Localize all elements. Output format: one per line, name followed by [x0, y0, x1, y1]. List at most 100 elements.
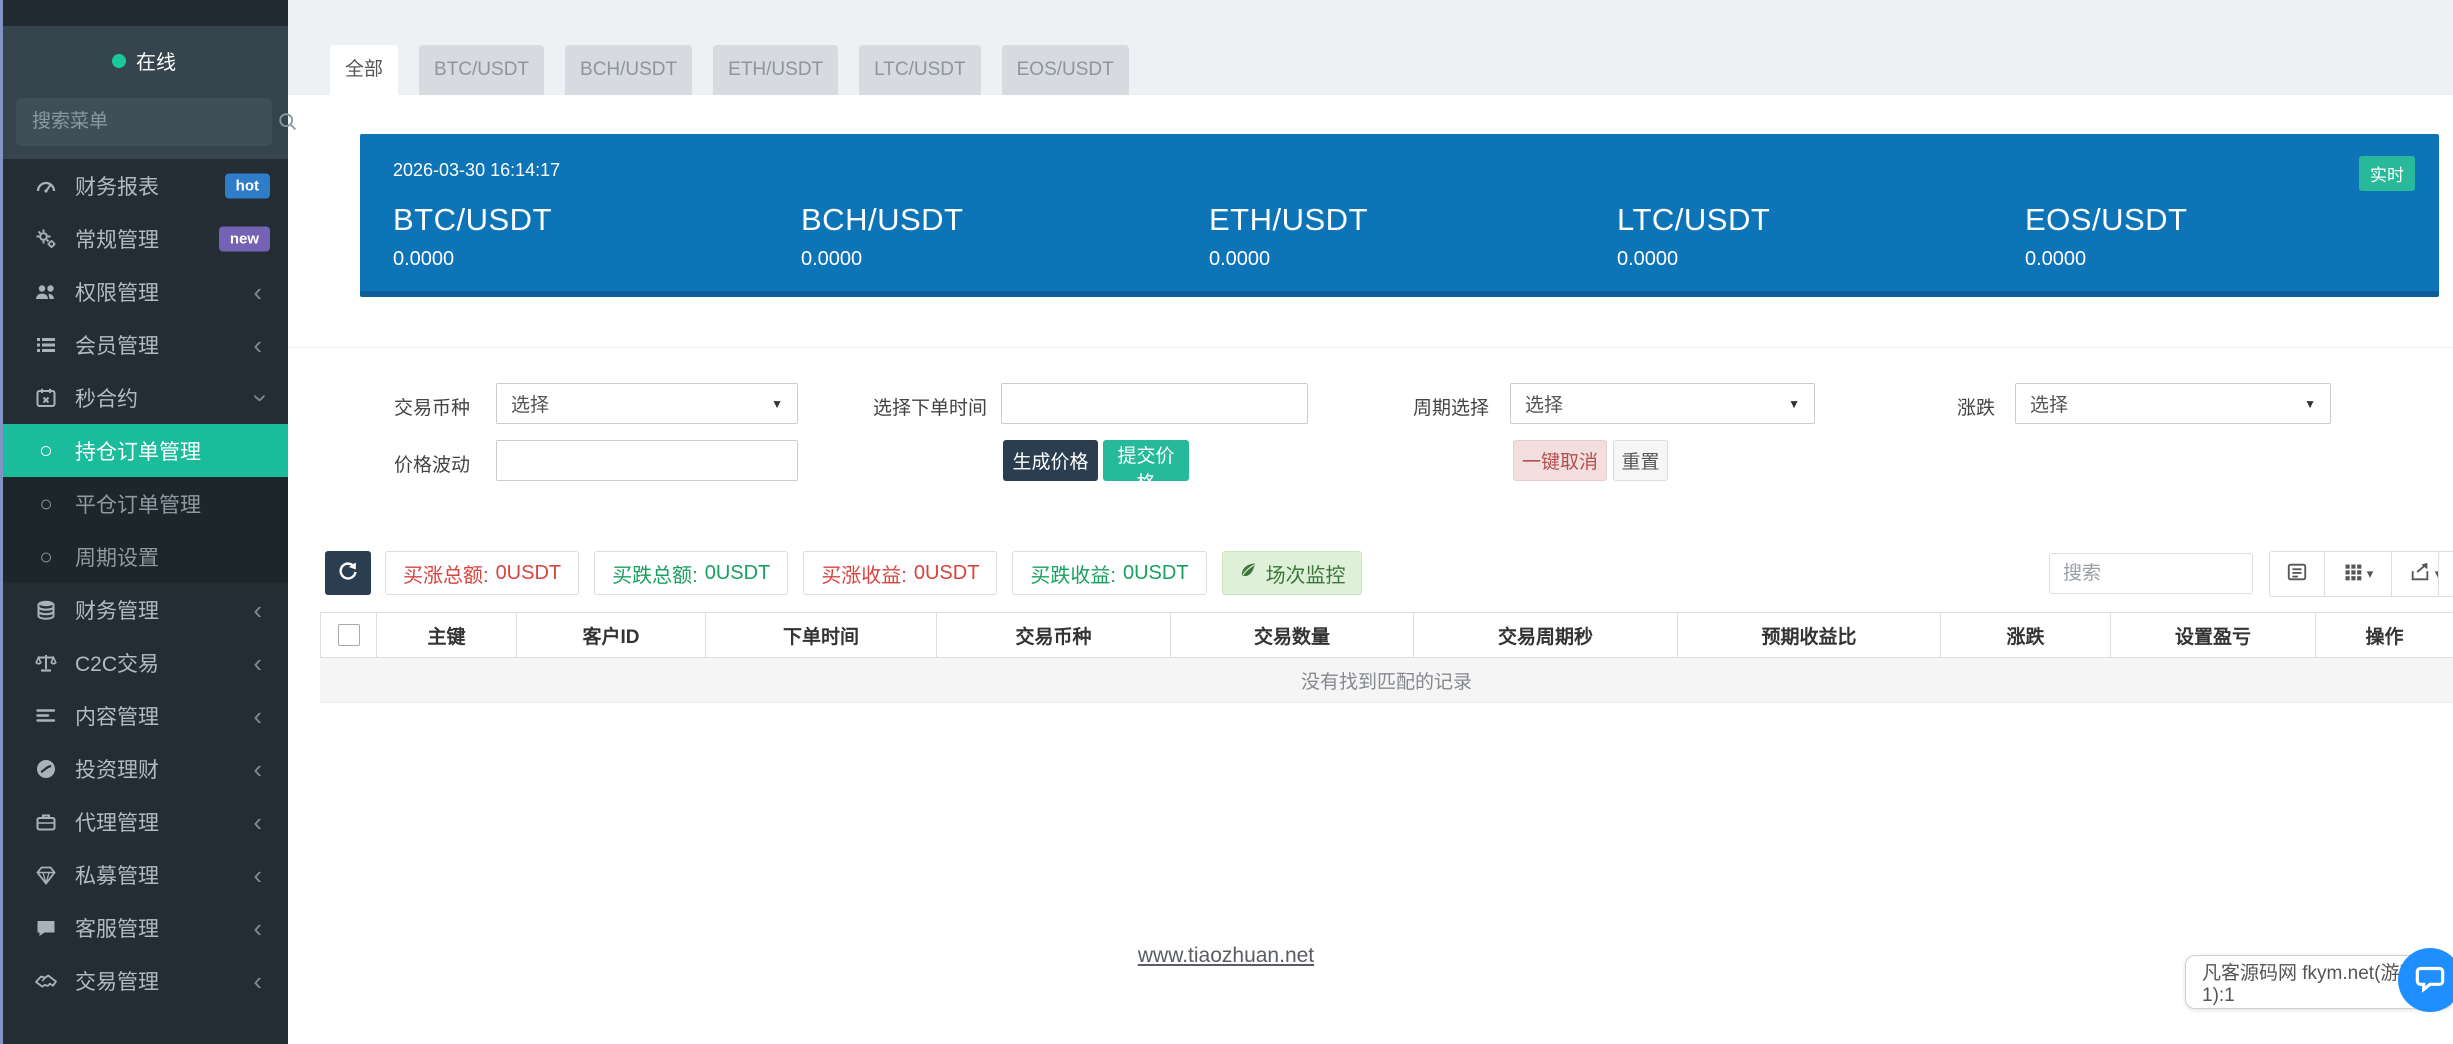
stat-value: 0USDT	[913, 561, 980, 584]
banner-pairs: BTC/USDT 0.0000 BCH/USDT 0.0000 ETH/USDT…	[393, 202, 2439, 271]
database-icon	[30, 598, 62, 622]
tab-ltc-usdt[interactable]: LTC/USDT	[859, 45, 981, 95]
tab-all[interactable]: 全部	[330, 45, 399, 95]
sidebar-item-c2c-trade[interactable]: C2C交易 ‹	[0, 636, 288, 689]
stat-value: 0USDT	[495, 561, 562, 584]
sidebar-item-label: 秒合约	[75, 387, 138, 411]
sidebar-item-agents[interactable]: 代理管理 ‹	[0, 795, 288, 848]
comment-icon	[30, 916, 62, 940]
sidebar-item-permissions[interactable]: 权限管理 ‹	[0, 265, 288, 318]
sidebar-item-label: 代理管理	[75, 811, 159, 835]
sidebar-item-trade-admin[interactable]: 交易管理 ‹	[0, 954, 288, 1007]
buy-down-profit: 买跌收益: 0USDT	[1012, 551, 1207, 595]
orders-table: 主键 客户ID 下单时间 交易币种 交易数量 交易周期秒 预期收益比 涨跌 设置…	[320, 612, 2453, 703]
pair-price: 0.0000	[1617, 248, 1679, 270]
tab-eos-usdt[interactable]: EOS/USDT	[1001, 45, 1129, 95]
updown-select-value: 选择	[2030, 395, 2069, 416]
chevron-left-icon: ‹	[253, 276, 262, 307]
stat-label: 买涨总额:	[403, 564, 489, 587]
pair-quote: ETH/USDT 0.0000	[1209, 202, 1617, 271]
generate-price-button[interactable]: 生成价格	[1003, 440, 1098, 481]
sidebar-item-finance-admin[interactable]: 财务管理 ‹	[0, 583, 288, 636]
sidebar-header: 在线	[0, 26, 296, 159]
sidebar-item-label: 平仓订单管理	[75, 493, 201, 517]
sidebar-menu: 财务报表 hot 常规管理 new 权限管理 ‹ 会员管理 ‹ 秒合约 ‹ ○ …	[0, 159, 288, 1044]
pair-symbol: EOS/USDT	[2025, 202, 2188, 237]
col-profit-setting: 设置盈亏	[2110, 613, 2315, 657]
col-actions: 操作	[2315, 613, 2453, 657]
text-lines-icon	[30, 704, 62, 728]
price-wave-input[interactable]	[496, 440, 798, 481]
pair-symbol: BTC/USDT	[393, 202, 552, 237]
list-icon	[30, 333, 62, 357]
toggle-view-button[interactable]	[2269, 551, 2325, 597]
chevron-down-icon: ‹	[242, 393, 273, 402]
col-customer-id: 客户ID	[516, 613, 705, 657]
leaf-icon	[1238, 560, 1258, 586]
session-monitor-button[interactable]: 场次监控	[1221, 551, 1362, 595]
refresh-button[interactable]	[325, 551, 371, 595]
live-badge: 实时	[2359, 156, 2415, 191]
sidebar-item-content-admin[interactable]: 内容管理 ‹	[0, 689, 288, 742]
cancel-all-button[interactable]: 一键取消	[1513, 440, 1607, 481]
watermark: www.tiaozhuan.net	[1137, 944, 1315, 967]
menu-search-input[interactable]	[16, 111, 277, 133]
sidebar-item-label: 交易管理	[75, 970, 159, 994]
col-primary-key: 主键	[376, 613, 516, 657]
briefcase-icon	[30, 810, 62, 834]
submit-price-button[interactable]: 提交价格	[1103, 440, 1189, 494]
tab-bch-usdt[interactable]: BCH/USDT	[565, 45, 693, 95]
gem-icon	[30, 863, 62, 887]
table-search-input[interactable]	[2049, 553, 2253, 594]
handshake-icon	[30, 969, 62, 993]
col-updown: 涨跌	[1940, 613, 2110, 657]
search-icon[interactable]	[277, 111, 299, 133]
clock-toolbar-button[interactable]	[2438, 551, 2453, 597]
cycle-select-value: 选择	[1525, 395, 1564, 416]
buy-up-total: 买涨总额: 0USDT	[385, 551, 580, 595]
chat-launcher-button[interactable]	[2398, 948, 2453, 1012]
coin-select[interactable]: 选择 ▼	[496, 383, 798, 424]
col-cycle-seconds: 交易周期秒	[1413, 613, 1677, 657]
sidebar-item-private-fund[interactable]: 私募管理 ‹	[0, 848, 288, 901]
sidebar-item-customer-service[interactable]: 客服管理 ‹	[0, 901, 288, 954]
columns-button[interactable]: ▾	[2324, 551, 2392, 597]
circle-o-icon: ○	[39, 437, 53, 463]
chat-bubble-icon	[2411, 959, 2449, 1002]
sidebar-item-investment[interactable]: 投资理财 ‹	[0, 742, 288, 795]
select-all-checkbox[interactable]	[337, 624, 360, 646]
cycle-select[interactable]: 选择 ▼	[1510, 383, 1815, 424]
cycle-filter-label: 周期选择	[1413, 398, 1490, 419]
pair-price: 0.0000	[1209, 248, 1271, 270]
summary-stats: 买涨总额: 0USDT 买跌总额: 0USDT 买涨收益: 0USDT 买跌收益…	[385, 551, 1362, 595]
calendar-x-icon	[30, 386, 62, 410]
sidebar-item-members[interactable]: 会员管理 ‹	[0, 318, 288, 371]
reset-button[interactable]: 重置	[1613, 440, 1668, 481]
session-monitor-label: 场次监控	[1265, 564, 1346, 587]
sidebar-item-general-admin[interactable]: 常规管理 new	[0, 212, 288, 265]
pair-quote: BTC/USDT 0.0000	[393, 202, 801, 271]
menu-search-box	[16, 98, 296, 146]
caret-down-icon: ▾	[2366, 566, 2374, 581]
sidebar-item-closed-orders[interactable]: ○ 平仓订单管理	[0, 477, 288, 530]
stat-value: 0USDT	[1122, 561, 1189, 584]
sidebar-item-label: 财务报表	[75, 175, 159, 199]
sidebar-item-finance-report[interactable]: 财务报表 hot	[0, 159, 288, 212]
tab-eth-usdt[interactable]: ETH/USDT	[713, 45, 839, 95]
online-label: 在线	[136, 52, 176, 74]
new-badge: new	[218, 226, 270, 251]
sidebar-item-label: C2C交易	[75, 652, 160, 676]
circle-o-icon: ○	[39, 543, 53, 569]
col-amount: 交易数量	[1170, 613, 1413, 657]
col-coin: 交易币种	[936, 613, 1170, 657]
order-time-input[interactable]	[1001, 383, 1308, 424]
sidebar-item-second-contract[interactable]: 秒合约 ‹	[0, 371, 288, 424]
chevron-left-icon: ‹	[253, 806, 262, 837]
updown-select[interactable]: 选择 ▼	[2015, 383, 2331, 424]
columns-grid-icon	[2343, 562, 2363, 587]
sidebar-item-cycle-settings[interactable]: ○ 周期设置	[0, 530, 288, 583]
sidebar-item-open-orders[interactable]: ○ 持仓订单管理	[0, 424, 288, 477]
pair-quote: LTC/USDT 0.0000	[1617, 202, 2025, 271]
sidebar-top-strip	[0, 0, 288, 26]
tab-btc-usdt[interactable]: BTC/USDT	[419, 45, 545, 95]
